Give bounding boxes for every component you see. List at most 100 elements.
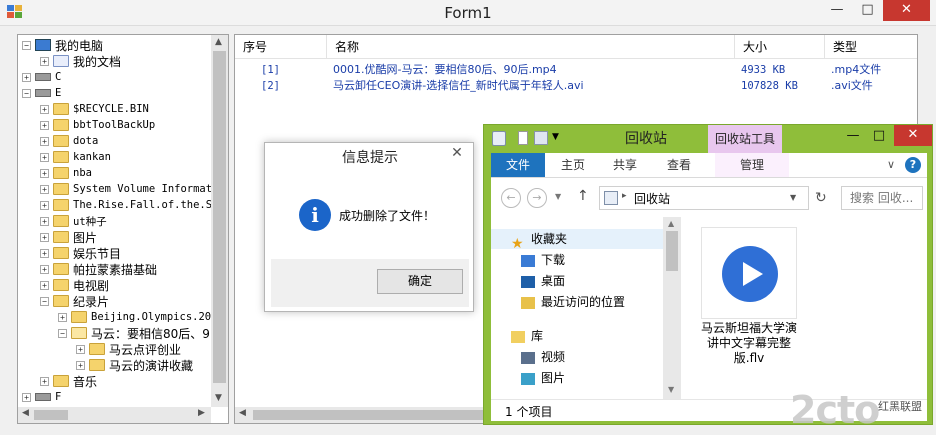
table-row[interactable]: [1] 0001.优酷网-马云：要相信80后、90后.mp4 4933 KB .…	[235, 62, 917, 78]
tab-file[interactable]: 文件	[491, 153, 545, 177]
expand-icon[interactable]: +	[40, 152, 49, 162]
path-input[interactable]: ▸ 回收站 ▼	[599, 186, 809, 210]
folder-tree[interactable]: − 我的电脑 + 我的文档 + C − E + $RECYCLE.BIN + bbtTool…	[17, 34, 229, 424]
tab-home[interactable]: 主页	[551, 153, 595, 177]
tree-node[interactable]: + F	[22, 389, 61, 405]
nav-favorites[interactable]: ★ 收藏夹	[511, 229, 567, 252]
scroll-thumb[interactable]	[666, 231, 678, 271]
recent-locations-icon[interactable]: ▼	[555, 192, 561, 201]
expand-icon[interactable]: +	[22, 392, 31, 402]
expand-icon[interactable]: +	[76, 360, 85, 370]
tree-node[interactable]: + kankan	[40, 149, 111, 165]
collapse-icon[interactable]: −	[40, 296, 49, 306]
file-name[interactable]: 马云斯坦福大学演讲中文字幕完整版.flv	[697, 321, 801, 366]
tree-node[interactable]: − 马云：要相信80后、9	[58, 325, 210, 341]
expand-icon[interactable]: +	[40, 264, 49, 274]
tree-node[interactable]: − E	[22, 85, 61, 101]
tree-node[interactable]: + dota	[40, 133, 98, 149]
expand-icon[interactable]: +	[40, 120, 49, 130]
scroll-thumb[interactable]	[253, 410, 483, 420]
maximize-button[interactable]: □	[854, 0, 881, 21]
expand-icon[interactable]: +	[40, 248, 49, 258]
tree-node[interactable]: + ut种子	[40, 213, 107, 229]
tree-node[interactable]: + The.Rise.Fall.of.the.S	[40, 197, 212, 213]
column-header-index[interactable]: 序号	[235, 35, 327, 59]
customize-dropdown-icon[interactable]: ▼	[552, 132, 559, 142]
expand-icon[interactable]: +	[40, 184, 49, 194]
up-icon[interactable]: ↑	[577, 188, 589, 204]
path-dropdown-icon[interactable]: ▼	[790, 193, 796, 202]
tree-node[interactable]: + System Volume Informat	[40, 181, 212, 197]
dialog-close-button[interactable]: ✕	[445, 145, 469, 163]
tree-node[interactable]: + nba	[40, 165, 92, 181]
tree-node[interactable]: + 电视剧	[40, 277, 109, 293]
collapse-icon[interactable]: −	[22, 88, 31, 98]
refresh-icon[interactable]: ↻	[815, 190, 827, 206]
expand-icon[interactable]: +	[40, 216, 49, 226]
scroll-right-icon[interactable]: ▶	[198, 408, 205, 418]
column-header-name[interactable]: 名称	[327, 35, 735, 59]
ok-button[interactable]: 确定	[377, 269, 463, 294]
tree-node[interactable]: + $RECYCLE.BIN	[40, 101, 149, 117]
help-icon[interactable]: ?	[905, 157, 921, 173]
tree-node[interactable]: + 马云点评创业	[76, 341, 181, 357]
column-header-size[interactable]: 大小	[735, 35, 825, 59]
scroll-thumb[interactable]	[34, 410, 68, 420]
scroll-left-icon[interactable]: ◀	[22, 408, 29, 418]
nav-library[interactable]: 库	[511, 326, 543, 346]
expand-icon[interactable]: +	[22, 72, 31, 82]
back-icon[interactable]: ←	[501, 188, 521, 208]
expand-icon[interactable]: +	[40, 376, 49, 386]
nav-desktop[interactable]: 桌面	[521, 271, 565, 291]
tree-horizontal-scrollbar[interactable]: ◀ ▶	[18, 407, 211, 423]
scroll-up-icon[interactable]: ▲	[668, 219, 674, 228]
tree-node[interactable]: + 马云的演讲收藏	[76, 357, 193, 373]
minimize-button[interactable]: —	[822, 0, 852, 21]
forward-icon[interactable]: →	[527, 188, 547, 208]
tree-node[interactable]: + 帕拉蒙素描基础	[40, 261, 157, 277]
tree-node[interactable]: − 纪录片	[40, 293, 109, 309]
scroll-up-icon[interactable]: ▲	[215, 37, 222, 47]
list-horizontal-scrollbar[interactable]: ◀	[235, 407, 485, 423]
nav-recent[interactable]: 最近访问的位置	[521, 292, 625, 312]
tree-node[interactable]: − 我的电脑	[22, 37, 103, 53]
tab-manage[interactable]: 管理	[715, 153, 789, 177]
collapse-icon[interactable]: −	[22, 40, 31, 50]
expand-icon[interactable]: +	[40, 56, 49, 66]
close-button[interactable]: ✕	[894, 125, 932, 146]
tree-node[interactable]: + C	[22, 69, 61, 85]
expand-icon[interactable]: +	[58, 312, 67, 322]
nav-downloads[interactable]: 下载	[521, 250, 565, 270]
properties-icon[interactable]	[518, 131, 528, 145]
expand-ribbon-icon[interactable]: ∨	[887, 158, 895, 171]
nav-scrollbar[interactable]: ▲ ▼	[663, 217, 681, 399]
collapse-icon[interactable]: −	[58, 328, 67, 338]
scroll-thumb[interactable]	[213, 51, 226, 383]
expand-icon[interactable]: +	[76, 344, 85, 354]
minimize-button[interactable]: —	[842, 126, 864, 147]
scroll-down-icon[interactable]: ▼	[215, 393, 222, 403]
recycle-bin-tools-tab[interactable]: 回收站工具	[708, 125, 782, 153]
tree-node[interactable]: + bbtToolBackUp	[40, 117, 155, 133]
scroll-down-icon[interactable]: ▼	[668, 385, 674, 394]
nav-pictures[interactable]: 图片	[521, 368, 565, 388]
tree-node[interactable]: + 图片	[40, 229, 97, 245]
file-thumbnail[interactable]	[701, 227, 797, 319]
tree-vertical-scrollbar[interactable]: ▲ ▼	[211, 35, 228, 407]
tree-node[interactable]: + 音乐	[40, 373, 97, 389]
nav-videos[interactable]: 视频	[521, 347, 565, 367]
tree-node[interactable]: + Beijing.Olympics.20	[58, 309, 211, 325]
tree-node[interactable]: + 娱乐节目	[40, 245, 121, 261]
tab-share[interactable]: 共享	[603, 153, 647, 177]
breadcrumb[interactable]: 回收站	[634, 190, 670, 207]
file-area[interactable]: 马云斯坦福大学演讲中文字幕完整版.flv	[681, 217, 927, 399]
quick-access-icon[interactable]	[534, 131, 548, 145]
expand-icon[interactable]: +	[40, 200, 49, 210]
close-button[interactable]: ✕	[883, 0, 930, 21]
expand-icon[interactable]: +	[40, 232, 49, 242]
column-header-type[interactable]: 类型	[825, 35, 917, 59]
maximize-button[interactable]: □	[868, 126, 890, 147]
tab-view[interactable]: 查看	[657, 153, 701, 177]
tree-node[interactable]: + 我的文档	[40, 53, 121, 69]
expand-icon[interactable]: +	[40, 136, 49, 146]
